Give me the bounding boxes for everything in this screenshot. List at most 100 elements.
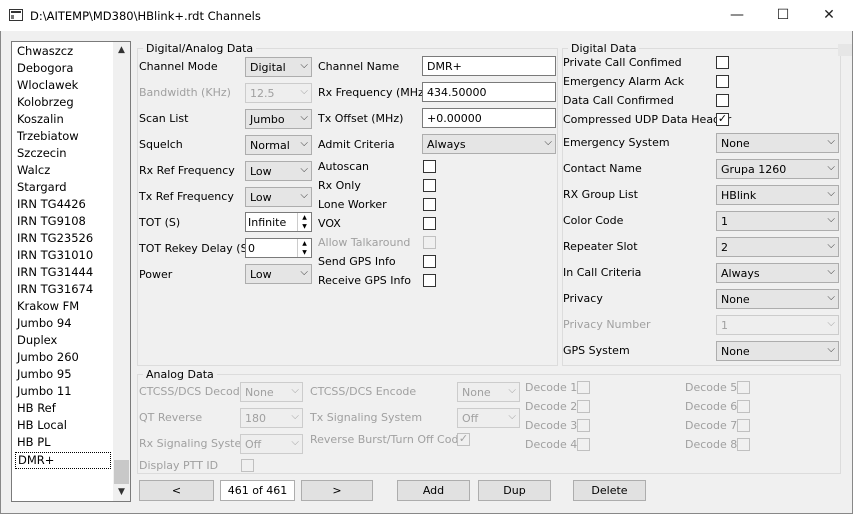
channel-list-item[interactable]: Chwaszcz [17, 44, 73, 59]
channel-list-item[interactable]: Trzebiatow [17, 129, 79, 144]
channel-list-scrollbar[interactable]: ▲ ▼ [113, 42, 130, 501]
channel-list-item[interactable]: Jumbo 94 [17, 316, 72, 331]
chevron-down-icon: ⌵ [291, 437, 299, 448]
tot-rekey-spinner[interactable]: 0 ▲ ▼ [245, 238, 312, 258]
channel-list-item[interactable]: IRN TG31674 [17, 282, 93, 297]
power-select[interactable]: Low ⌵ [245, 264, 312, 284]
scan-list-select[interactable]: Jumbo ⌵ [245, 109, 312, 129]
chevron-down-icon: ⌵ [300, 60, 308, 71]
minimize-button[interactable]: — [714, 0, 760, 31]
send-gps-label: Send GPS Info [318, 255, 396, 268]
data-call-checkbox[interactable] [716, 94, 729, 107]
tx-ref-label: Tx Ref Frequency [139, 190, 234, 203]
udp-header-checkbox[interactable]: ✓ [716, 112, 729, 126]
spin-up-icon[interactable]: ▲ [297, 239, 311, 248]
ctcss-encode-select: None ⌵ [457, 382, 520, 402]
admit-criteria-select[interactable]: Always ⌵ [422, 134, 556, 154]
receive-gps-label: Receive GPS Info [318, 274, 412, 287]
tot-spinner[interactable]: Infinite ▲ ▼ [245, 212, 312, 232]
rx-only-checkbox[interactable] [423, 179, 436, 192]
allow-talkaround-label: Allow Talkaround [318, 236, 411, 249]
channel-mode-label: Channel Mode [139, 60, 218, 73]
rx-group-label: RX Group List [563, 188, 638, 201]
channel-list[interactable]: Chwaszcz Debogora Wloclawek Kolobrzeg Koszal… [11, 41, 131, 502]
channel-list-item[interactable]: Koszalin [17, 112, 64, 127]
autoscan-checkbox[interactable] [423, 160, 436, 173]
rx-signaling-label: Rx Signaling System [139, 437, 252, 450]
private-call-checkbox[interactable] [716, 56, 729, 69]
vox-checkbox[interactable] [423, 217, 436, 230]
maximize-button[interactable]: ☐ [760, 0, 806, 31]
channel-list-item[interactable]: IRN TG31444 [17, 265, 93, 280]
tot-label: TOT (S) [139, 216, 181, 229]
decode-5-label: Decode 5 [685, 381, 738, 394]
channel-name-input[interactable]: DMR+ [422, 56, 556, 76]
emergency-ack-label: Emergency Alarm Ack [563, 75, 685, 88]
scroll-up-icon[interactable]: ▲ [113, 42, 130, 59]
channel-list-item[interactable]: IRN TG9108 [17, 214, 86, 229]
channel-list-item[interactable]: Jumbo 11 [17, 384, 72, 399]
channel-list-item[interactable]: Walcz [17, 163, 50, 178]
rx-frequency-input[interactable]: 434.50000 [422, 82, 556, 102]
delete-button[interactable]: Delete [573, 480, 646, 501]
scroll-down-icon[interactable]: ▼ [113, 484, 130, 501]
emergency-system-select[interactable]: None ⌵ [716, 133, 839, 153]
reverse-burst-label: Reverse Burst/Turn Off Code [310, 433, 466, 446]
channel-list-item[interactable]: Stargard [17, 180, 67, 195]
spin-down-icon[interactable]: ▼ [297, 222, 311, 231]
rx-group-select[interactable]: HBlink ⌵ [716, 185, 839, 205]
decode-1-checkbox [577, 381, 590, 394]
receive-gps-checkbox[interactable] [423, 274, 436, 287]
chevron-down-icon: ⌵ [544, 137, 552, 148]
dup-button[interactable]: Dup [478, 480, 551, 501]
previous-button[interactable]: < [139, 480, 214, 501]
channel-list-item[interactable]: HB Local [17, 418, 67, 433]
channel-list-item[interactable]: Szczecin [17, 146, 67, 161]
contact-name-select[interactable]: Grupa 1260 ⌵ [716, 159, 839, 179]
record-counter: 461 of 461 [220, 480, 295, 501]
spin-up-icon[interactable]: ▲ [297, 213, 311, 222]
tx-ref-select[interactable]: Low ⌵ [245, 187, 312, 207]
tx-offset-input[interactable]: +0.00000 [422, 108, 556, 128]
rx-ref-select[interactable]: Low ⌵ [245, 161, 312, 181]
digital-data-title: Digital Data [568, 43, 640, 55]
color-code-select[interactable]: 1 ⌵ [716, 211, 839, 231]
squelch-select[interactable]: Normal ⌵ [245, 135, 312, 155]
chevron-down-icon: ⌵ [827, 214, 835, 225]
channel-mode-select[interactable]: Digital ⌵ [245, 57, 312, 77]
channel-list-item[interactable]: IRN TG31010 [17, 248, 93, 263]
channel-list-item[interactable]: DMR+ [15, 452, 111, 469]
decode-5-checkbox [737, 381, 750, 394]
channel-list-item[interactable]: Debogora [17, 61, 73, 76]
privacy-select[interactable]: None ⌵ [716, 289, 839, 309]
spin-down-icon[interactable]: ▼ [297, 248, 311, 257]
channel-list-item[interactable]: Jumbo 95 [17, 367, 72, 382]
chevron-down-icon: ⌵ [827, 136, 835, 147]
add-button[interactable]: Add [397, 480, 470, 501]
channel-list-item[interactable]: Wloclawek [17, 78, 78, 93]
channel-list-item[interactable]: IRN TG23526 [17, 231, 93, 246]
decode-3-checkbox [577, 419, 590, 432]
channel-list-item[interactable]: Duplex [17, 333, 57, 348]
channel-list-item[interactable]: Kolobrzeg [17, 95, 74, 110]
channel-list-item[interactable]: IRN TG4426 [17, 197, 86, 212]
repeater-slot-select[interactable]: 2 ⌵ [716, 237, 839, 257]
channel-list-item[interactable]: HB Ref [17, 401, 56, 416]
in-call-select[interactable]: Always ⌵ [716, 263, 839, 283]
send-gps-checkbox[interactable] [423, 255, 436, 268]
checkmark-icon: ✓ [717, 112, 728, 125]
ctcss-encode-label: CTCSS/DCS Encode [310, 385, 417, 398]
scan-list-label: Scan List [139, 112, 189, 125]
channel-list-item[interactable]: Jumbo 260 [17, 350, 79, 365]
channel-list-item[interactable]: Krakow FM [17, 299, 79, 314]
next-button[interactable]: > [301, 480, 373, 501]
scroll-thumb[interactable] [114, 460, 129, 484]
chevron-down-icon: ⌵ [300, 86, 308, 97]
vox-label: VOX [318, 217, 341, 230]
in-call-label: In Call Criteria [563, 266, 642, 279]
gps-system-select[interactable]: None ⌵ [716, 341, 839, 361]
lone-worker-checkbox[interactable] [423, 198, 436, 211]
emergency-ack-checkbox[interactable] [716, 75, 729, 88]
channel-list-item[interactable]: HB PL [17, 435, 51, 450]
close-button[interactable]: ✕ [806, 0, 852, 31]
